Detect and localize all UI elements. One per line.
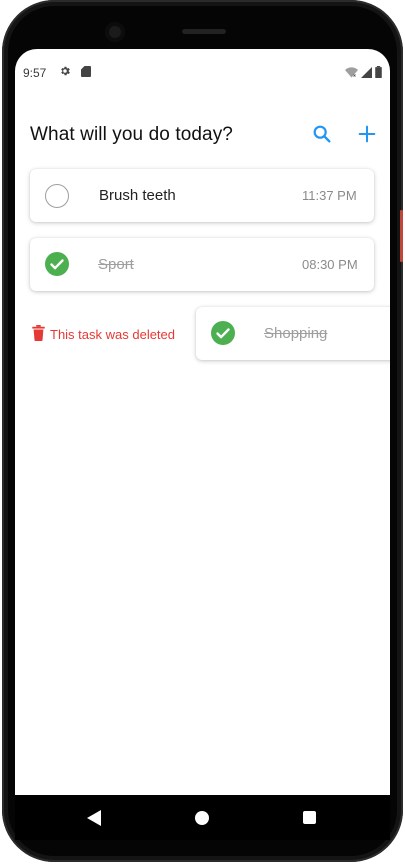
app-screen: 9:57 What will you do today? Brush teeth… — [15, 49, 390, 795]
task-checkbox-checked[interactable] — [211, 321, 235, 345]
home-button[interactable] — [195, 811, 209, 825]
sd-card-icon — [81, 66, 91, 80]
task-card-swiped[interactable]: Shopping — [196, 307, 390, 360]
back-button[interactable] — [87, 810, 101, 831]
status-time: 9:57 — [23, 66, 47, 80]
task-time: 08:30 PM — [302, 257, 358, 272]
front-camera — [105, 22, 125, 42]
task-card[interactable]: Brush teeth 11:37 PM — [30, 169, 374, 222]
checkmark-icon — [216, 328, 230, 339]
status-indicators — [345, 66, 382, 78]
search-button[interactable] — [311, 123, 335, 147]
task-checkbox[interactable] — [45, 184, 69, 208]
back-icon — [87, 810, 101, 826]
add-task-button[interactable] — [356, 123, 380, 147]
task-time: 11:37 PM — [302, 188, 357, 203]
trash-icon — [32, 325, 45, 344]
task-label: Shopping — [264, 325, 328, 342]
deleted-notice: This task was deleted — [32, 325, 175, 344]
deleted-notice-text: This task was deleted — [50, 327, 176, 342]
wifi-icon — [345, 66, 358, 77]
power-button — [400, 210, 403, 262]
status-bar: 9:57 — [15, 49, 390, 80]
task-checkbox-checked[interactable] — [45, 252, 69, 276]
task-card[interactable]: Sport 08:30 PM — [30, 238, 374, 291]
task-label: Sport — [98, 256, 134, 273]
earpiece-speaker — [182, 29, 226, 34]
system-nav-bar — [15, 795, 390, 840]
signal-icon — [361, 66, 372, 78]
task-label: Brush teeth — [99, 187, 176, 204]
gear-icon — [59, 65, 71, 80]
page-title: What will you do today? — [30, 124, 233, 145]
recents-button[interactable] — [303, 811, 316, 824]
battery-icon — [375, 66, 382, 78]
checkmark-icon — [50, 259, 64, 270]
app-header: What will you do today? — [30, 121, 380, 151]
plus-icon — [358, 125, 376, 143]
search-icon — [313, 125, 331, 143]
